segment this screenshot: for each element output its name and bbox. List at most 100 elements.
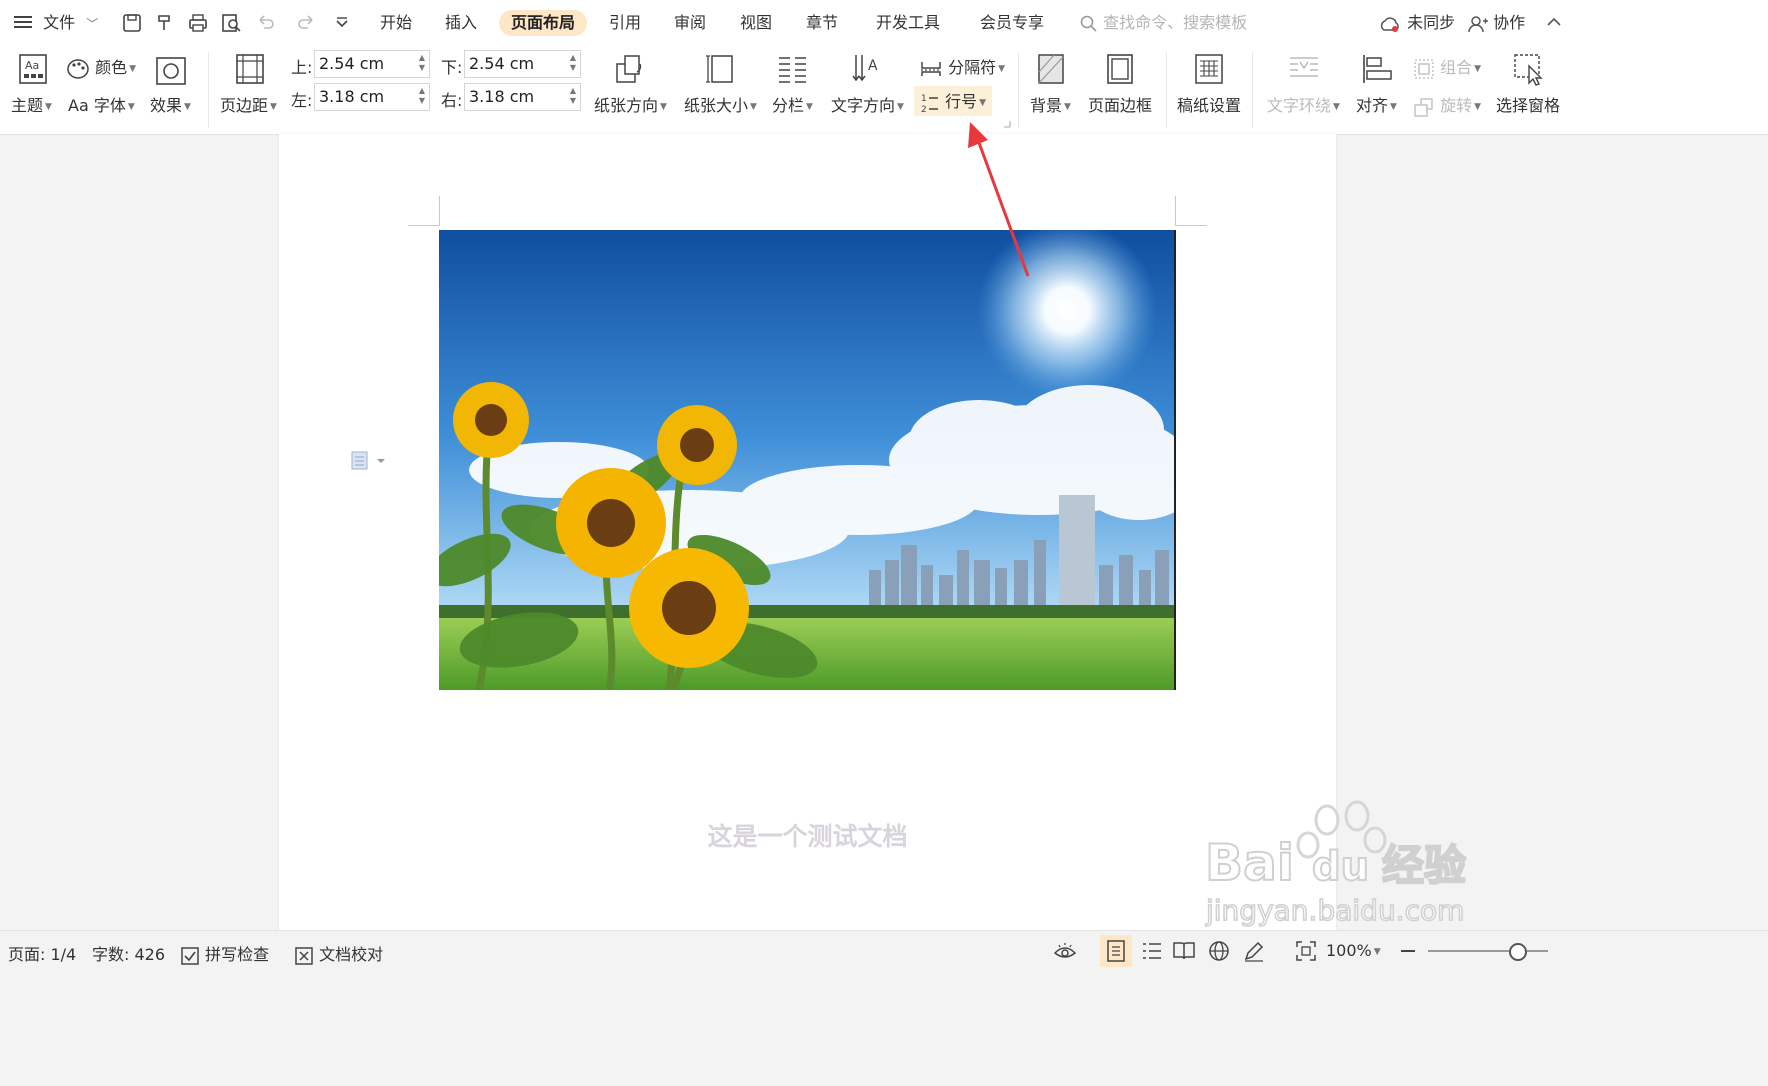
doc-proof-button[interactable]: 文档校对 — [294, 941, 383, 966]
text-direction-icon[interactable]: A — [850, 52, 884, 86]
reading-view-icon[interactable] — [1172, 939, 1196, 963]
breaks-button[interactable]: 分隔符 ▼ — [919, 54, 1005, 79]
theme-icon[interactable]: Aa — [16, 52, 50, 86]
page-border-icon[interactable] — [1103, 52, 1137, 86]
user-add-icon — [1468, 15, 1488, 32]
paragraph-options-icon[interactable] — [351, 450, 387, 472]
save-icon[interactable] — [121, 12, 143, 34]
selection-pane-icon[interactable] — [1512, 52, 1546, 86]
margin-top-label: 上: — [291, 58, 313, 77]
effects-button[interactable]: 效果 ▼ — [150, 92, 191, 116]
orientation-icon[interactable] — [614, 52, 648, 86]
manuscript-icon[interactable] — [1192, 52, 1226, 86]
text-wrap-icon[interactable] — [1287, 52, 1321, 86]
align-label: 对齐 — [1356, 96, 1389, 115]
svg-text:Bai: Bai — [1205, 834, 1294, 892]
sync-button[interactable]: 未同步 — [1378, 10, 1455, 36]
text-direction-button[interactable]: 文字方向 ▼ — [831, 92, 904, 116]
write-mode-icon[interactable] — [1242, 939, 1266, 963]
fit-page-icon[interactable] — [1294, 939, 1318, 963]
print-icon[interactable] — [187, 12, 209, 34]
page-indicator[interactable]: 页面: 1/4 — [8, 941, 76, 965]
collaborate-button[interactable]: 协作 — [1468, 10, 1525, 36]
tab-insert[interactable]: 插入 — [445, 10, 477, 36]
font-label: Aa 字体 — [68, 96, 126, 115]
annotation-arrow — [968, 122, 1030, 277]
hamburger-icon — [14, 11, 32, 37]
tab-view[interactable]: 视图 — [740, 10, 772, 36]
orientation-button[interactable]: 纸张方向 ▼ — [594, 92, 667, 116]
margin-bottom-input[interactable]: 2.54 cm ▲ ▼ — [464, 50, 581, 78]
chevron-up-icon[interactable] — [1546, 14, 1562, 30]
zoom-slider-track[interactable] — [1428, 950, 1548, 952]
crop-mark — [408, 225, 440, 226]
paper-size-icon[interactable] — [704, 52, 738, 86]
margin-bottom-value: 2.54 cm — [469, 54, 535, 73]
text-wrap-button[interactable]: 文字环绕 ▼ — [1267, 92, 1340, 116]
command-search[interactable]: 查找命令、搜索模板 — [1080, 10, 1247, 36]
tab-page-layout[interactable]: 页面布局 — [499, 10, 588, 36]
margins-button[interactable]: 页边距 ▼ — [220, 92, 277, 116]
print-preview-icon[interactable] — [220, 12, 242, 34]
theme-button[interactable]: 主题 ▼ — [11, 92, 52, 116]
svg-text:du: du — [1312, 844, 1369, 890]
margin-right-input[interactable]: 3.18 cm ▲ ▼ — [464, 83, 581, 111]
outline-view-icon[interactable] — [1140, 939, 1164, 963]
margin-right-label: 右: — [441, 91, 463, 110]
file-menu[interactable]: 文件 ﹀ — [14, 10, 98, 36]
spell-check-button[interactable]: 拼写检查 — [180, 941, 269, 966]
svg-text:Aa: Aa — [25, 59, 39, 72]
margin-left-input[interactable]: 3.18 cm ▲ ▼ — [314, 83, 430, 111]
background-icon[interactable] — [1034, 52, 1068, 86]
tab-review[interactable]: 审阅 — [674, 10, 706, 36]
margins-icon[interactable] — [233, 52, 267, 86]
eye-protection-icon[interactable] — [1053, 939, 1077, 963]
rotate-button[interactable]: 旋转 ▼ — [1413, 92, 1481, 118]
paper-size-button[interactable]: 纸张大小 ▼ — [684, 92, 757, 116]
document-body-text[interactable]: 这是一个测试文档 — [279, 817, 1336, 853]
font-button[interactable]: Aa 字体 ▼ — [68, 92, 135, 116]
zoom-dropdown[interactable]: 100% ▼ — [1326, 941, 1381, 960]
selection-pane-button[interactable]: 选择窗格 — [1496, 92, 1560, 116]
color-button[interactable]: 颜色 ▼ — [66, 54, 136, 80]
search-placeholder: 查找命令、搜索模板 — [1103, 13, 1248, 32]
tab-references[interactable]: 引用 — [609, 10, 641, 36]
columns-button[interactable]: 分栏 ▼ — [772, 92, 813, 116]
inserted-image[interactable] — [439, 230, 1176, 690]
customize-toolbar-icon[interactable] — [331, 12, 353, 34]
group-icon — [1414, 58, 1434, 79]
crop-mark — [439, 196, 440, 226]
tab-home[interactable]: 开始 — [380, 10, 412, 36]
svg-text:1: 1 — [921, 94, 927, 104]
tab-developer[interactable]: 开发工具 — [876, 10, 940, 36]
orientation-label: 纸张方向 — [594, 96, 659, 115]
rotate-label: 旋转 — [1440, 96, 1473, 115]
text-wrap-label: 文字环绕 — [1267, 96, 1332, 115]
cloud-sync-icon — [1380, 16, 1399, 32]
text-direction-label: 文字方向 — [831, 96, 896, 115]
page-border-button[interactable]: 页面边框 — [1088, 92, 1152, 116]
tab-chapter[interactable]: 章节 — [806, 10, 838, 36]
effects-icon[interactable] — [154, 54, 188, 88]
page-view-icon[interactable] — [1104, 939, 1128, 963]
align-icon[interactable] — [1361, 52, 1395, 86]
background-button[interactable]: 背景 ▼ — [1030, 92, 1071, 116]
tab-member[interactable]: 会员专享 — [980, 10, 1044, 36]
align-button[interactable]: 对齐 ▼ — [1356, 92, 1397, 116]
zoom-out-icon[interactable] — [1396, 939, 1420, 963]
separator — [208, 52, 209, 128]
redo-icon[interactable] — [296, 12, 318, 34]
format-painter-icon[interactable] — [154, 12, 176, 34]
margin-top-input[interactable]: 2.54 cm ▲ ▼ — [314, 50, 430, 78]
manuscript-button[interactable]: 稿纸设置 — [1177, 92, 1241, 116]
svg-text:经验: 经验 — [1382, 841, 1466, 890]
group-button[interactable]: 组合 ▼ — [1413, 54, 1481, 80]
group-label: 组合 — [1440, 58, 1473, 77]
word-count[interactable]: 字数: 426 — [92, 941, 165, 965]
line-numbers-button[interactable]: 12 行号 ▼ — [914, 86, 993, 116]
margins-label: 页边距 — [220, 96, 269, 115]
undo-icon[interactable] — [254, 12, 276, 34]
zoom-slider-thumb[interactable] — [1509, 943, 1527, 961]
web-view-icon[interactable] — [1207, 939, 1231, 963]
columns-icon[interactable] — [776, 52, 810, 86]
